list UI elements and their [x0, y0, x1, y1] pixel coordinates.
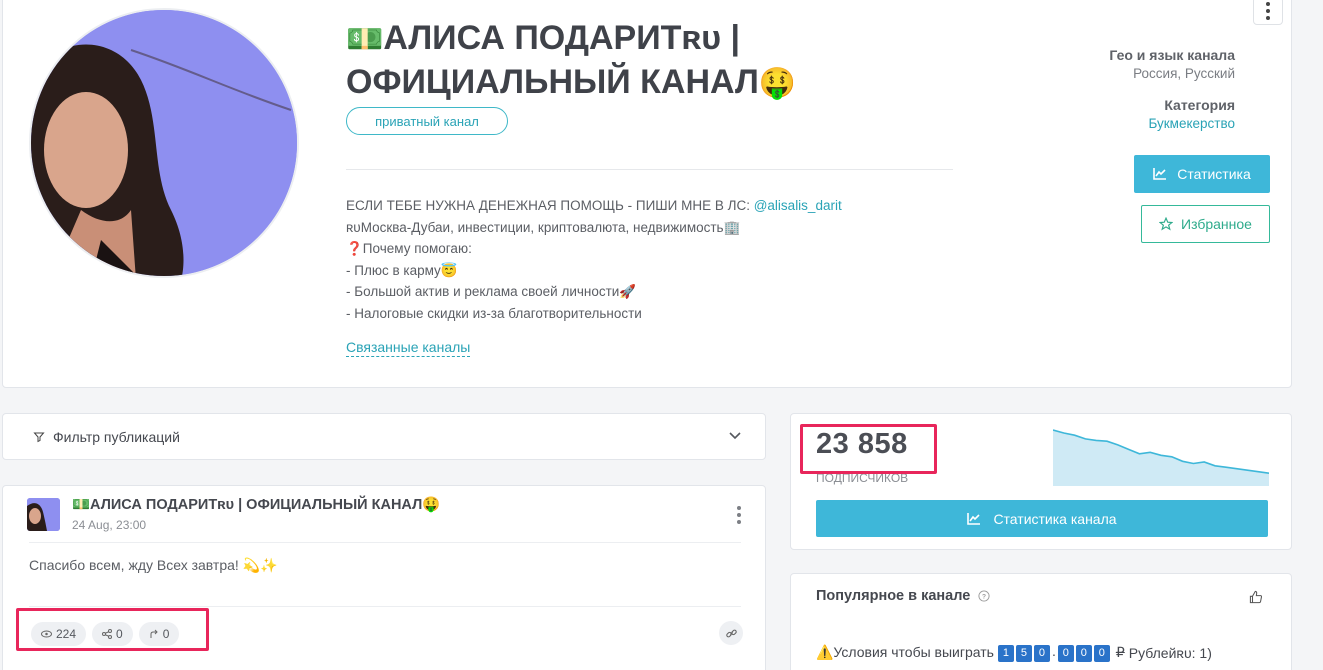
geo-block: Гео и язык канала Россия, Русский: [1109, 47, 1235, 81]
chevron-down-icon[interactable]: [729, 427, 741, 443]
statistics-button[interactable]: Статистика: [1134, 155, 1270, 193]
post-avatar: [27, 498, 60, 531]
money-face-icon: 🤑: [758, 67, 797, 100]
digit-badge: 0: [1075, 645, 1092, 662]
digit-separator: .: [1051, 643, 1056, 659]
popular-item-suffix: Рублейʀᴜ: 1): [1128, 644, 1212, 661]
digit-badge: 0: [1093, 645, 1110, 662]
digit-badges: 150.000: [997, 643, 1112, 662]
publication-filter[interactable]: Фильтр публикаций: [2, 413, 766, 460]
thumbs-up-icon[interactable]: [1249, 590, 1263, 609]
star-icon: [1159, 217, 1174, 231]
digit-badge: 5: [1015, 645, 1032, 662]
post-more-icon[interactable]: [737, 506, 741, 524]
description-line: - Налоговые скидки из-за благотворительн…: [346, 305, 642, 321]
channel-statistics-label: Статистика канала: [993, 510, 1117, 527]
divider: [346, 169, 953, 170]
divider: [29, 606, 741, 607]
channel-avatar: [29, 8, 299, 278]
chart-line-icon: [1153, 168, 1167, 180]
filter-icon: [33, 432, 45, 443]
currency-symbol: ₽: [1115, 644, 1125, 660]
channel-description: ЕСЛИ ТЕБЕ НУЖНА ДЕНЕЖНАЯ ПОМОЩЬ - ПИШИ М…: [346, 195, 946, 324]
svg-text:?: ?: [982, 593, 986, 600]
more-options-button[interactable]: [1253, 0, 1283, 25]
description-line: - Большой актив и реклама своей личности…: [346, 284, 637, 299]
avatar-photo-icon: [31, 10, 297, 276]
popular-card: Популярное в канале ? ⚠️Условия чтобы вы…: [790, 573, 1292, 670]
filter-label-text: Фильтр публикаций: [53, 429, 180, 445]
filter-label: Фильтр публикаций: [33, 429, 180, 445]
description-line: ЕСЛИ ТЕБЕ НУЖНА ДЕНЕЖНАЯ ПОМОЩЬ - ПИШИ М…: [346, 198, 754, 213]
subscribers-highlight: [800, 424, 937, 474]
help-icon[interactable]: ?: [978, 590, 990, 602]
contact-link[interactable]: @alisalis_darit: [754, 198, 842, 213]
description-line: - Плюс в карму😇: [346, 262, 458, 278]
subscribers-sparkline: [1053, 429, 1269, 486]
description-line: ʀᴜМосква-Дубаи, инвестиции, криптовалюта…: [346, 219, 741, 235]
channel-title-text: АЛИСА ПОДАРИТʀᴜ | ОФИЦИАЛЬНЫЙ КАНАЛ: [346, 19, 759, 101]
private-channel-badge[interactable]: приватный канал: [346, 107, 508, 135]
post-text: Спасибо всем, жду Всех завтра! 💫✨: [29, 557, 278, 573]
popular-item-continuation: [816, 666, 1256, 670]
category-label: Категория: [1164, 97, 1235, 113]
digit-badge: 0: [1057, 645, 1074, 662]
popular-title-text: Популярное в канале: [816, 588, 971, 604]
channel-profile-card: 💵АЛИСА ПОДАРИТʀᴜ | ОФИЦИАЛЬНЫЙ КАНАЛ🤑 пр…: [2, 0, 1292, 388]
geo-value: Россия, Русский: [1133, 66, 1235, 81]
digit-badge: 1: [997, 645, 1014, 662]
popular-item-text: ⚠️Условия чтобы выиграть: [816, 644, 994, 660]
popular-title: Популярное в канале ?: [816, 588, 990, 604]
channel-statistics-button[interactable]: Статистика канала: [816, 500, 1268, 537]
copy-link-button[interactable]: [719, 621, 743, 645]
link-icon: [725, 629, 737, 637]
statistics-button-label: Статистика: [1177, 166, 1251, 182]
category-block: Категория Букмекерство: [1148, 97, 1235, 131]
digit-badge: 0: [1033, 645, 1050, 662]
post-stats-highlight: [16, 608, 209, 651]
related-channels-link[interactable]: Связанные каналы: [346, 339, 471, 357]
favorite-button[interactable]: Избранное: [1141, 205, 1270, 243]
post-channel-name[interactable]: 💵АЛИСА ПОДАРИТʀᴜ | ОФИЦИАЛЬНЫЙ КАНАЛ🤑: [72, 496, 440, 513]
geo-label: Гео и язык канала: [1109, 47, 1235, 63]
favorite-button-label: Избранное: [1181, 216, 1252, 232]
money-icon: 💵: [346, 23, 384, 56]
channel-title: 💵АЛИСА ПОДАРИТʀᴜ | ОФИЦИАЛЬНЫЙ КАНАЛ🤑: [346, 17, 906, 105]
description-line: ❓Почему помогаю:: [346, 241, 472, 256]
popular-item[interactable]: ⚠️Условия чтобы выиграть 150.000 ₽ Рублей…: [816, 643, 1212, 662]
post-date: 24 Aug, 23:00: [72, 518, 147, 532]
category-link[interactable]: Букмекерство: [1148, 116, 1235, 131]
divider: [29, 542, 741, 543]
chart-line-icon: [967, 512, 981, 525]
